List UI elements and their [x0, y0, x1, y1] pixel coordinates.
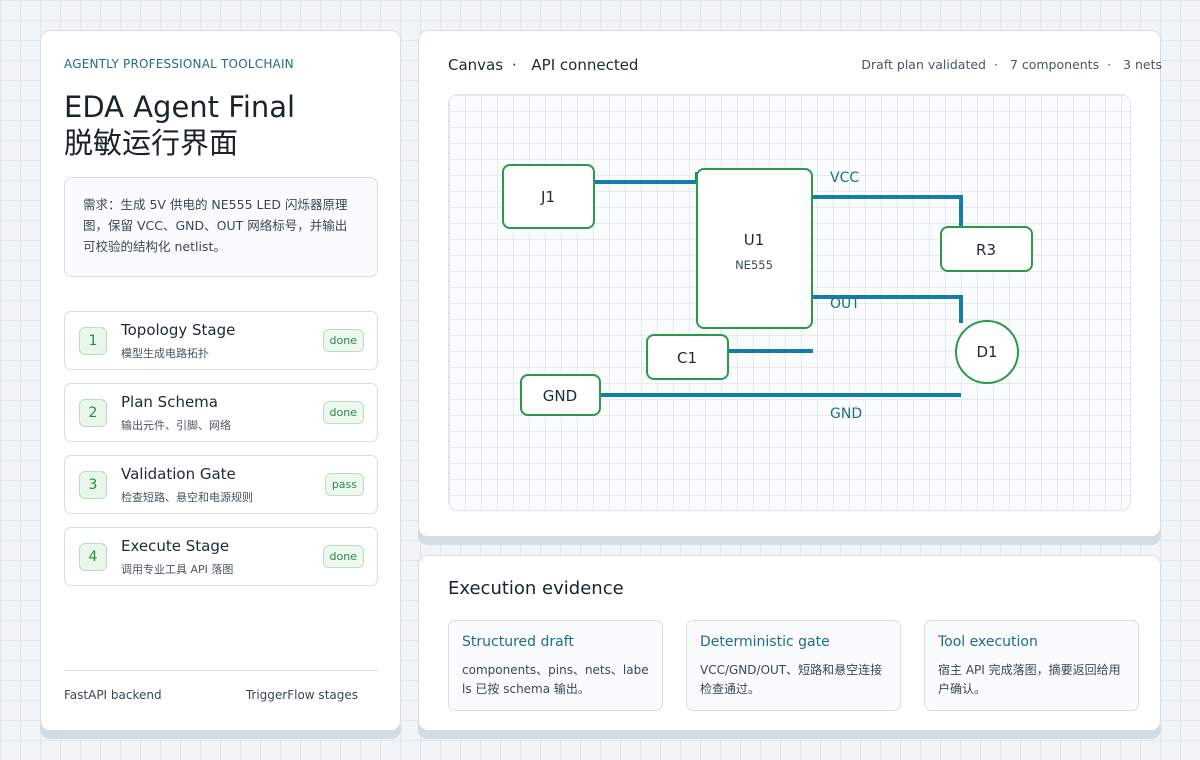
pipeline-panel: AGENTLY PROFESSIONAL TOOLCHAIN EDA Agent… — [40, 30, 401, 731]
stage-description: 检查短路、悬空和电源规则 — [121, 491, 253, 504]
component-j1[interactable]: J1 — [502, 164, 595, 229]
status-badge: done — [322, 545, 364, 568]
component-label-gnd: GND — [543, 387, 577, 405]
separator-dot: · — [993, 57, 998, 72]
component-r3[interactable]: R3 — [940, 226, 1033, 272]
component-label-c1: C1 — [677, 349, 697, 367]
canvas-panel: Canvas · API connected Draft plan valida… — [418, 30, 1162, 537]
status-badge: done — [322, 401, 364, 424]
evidence-card-body: components、pins、nets、labels 已按 schema 输出… — [462, 663, 649, 696]
stage-description: 模型生成电路拓扑 — [121, 347, 209, 360]
stage-validation-gate[interactable]: 3 Validation Gate 检查短路、悬空和电源规则 pass — [64, 455, 378, 514]
page-title-line2: 脱敏运行界面 — [64, 126, 239, 160]
stage-number: 3 — [79, 471, 107, 499]
schematic-drawing: J1 U1 NE555 R3 C1 D1 GND VCC OUT GND — [502, 164, 1033, 422]
footer-stages-label: TriggerFlow stages — [245, 688, 358, 702]
separator-dot: · — [1107, 57, 1112, 72]
request-box: 需求：生成 5V 供电的 NE555 LED 闪烁器原理图，保留 VCC、GND… — [64, 177, 378, 277]
stage-number: 4 — [79, 543, 107, 571]
status-badge: pass — [324, 473, 364, 496]
evidence-card-body: 宿主 API 完成落图，摘要返回给用户确认。 — [938, 663, 1121, 696]
net-label-out: OUT — [830, 296, 860, 312]
evidence-card-tool-execution: Tool execution 宿主 API 完成落图，摘要返回给用户确认。 — [924, 620, 1139, 711]
stage-name: Plan Schema — [121, 393, 218, 411]
stat-plan: Draft plan validated — [861, 57, 986, 72]
component-label-j1: J1 — [540, 188, 555, 206]
component-label-r3: R3 — [976, 241, 996, 259]
stage-name: Validation Gate — [121, 465, 236, 483]
component-part-u1: NE555 — [735, 258, 773, 272]
schematic-canvas[interactable]: J1 U1 NE555 R3 C1 D1 GND VCC OUT GND — [448, 94, 1131, 511]
stage-name: Topology Stage — [121, 321, 236, 339]
canvas-stats: Draft plan validated · 7 components · 3 … — [857, 57, 1162, 72]
net-label-vcc: VCC — [830, 170, 859, 186]
component-c1[interactable]: C1 — [646, 334, 729, 380]
footer-backend-label: FastAPI backend — [64, 688, 162, 702]
evidence-panel: Execution evidence Structured draft comp… — [418, 555, 1161, 731]
evidence-card-body: VCC/GND/OUT、短路和悬空连接检查通过。 — [700, 663, 883, 696]
evidence-card-title: Deterministic gate — [700, 634, 830, 650]
net-label-gnd: GND — [830, 406, 862, 422]
stage-description: 调用专业工具 API 落图 — [121, 563, 234, 576]
brand-label: AGENTLY PROFESSIONAL TOOLCHAIN — [64, 57, 294, 71]
component-label-u1: U1 — [744, 231, 765, 249]
evidence-card-title: Tool execution — [938, 634, 1038, 650]
component-label-d1: D1 — [976, 343, 997, 361]
stat-components: 7 components — [1009, 57, 1100, 72]
component-u1[interactable]: U1 NE555 — [696, 168, 813, 329]
evidence-card-title: Structured draft — [462, 634, 574, 650]
stat-nets: 3 nets — [1123, 57, 1162, 72]
wire-j1-u1 — [594, 172, 699, 184]
separator-dot: · — [511, 56, 517, 74]
stage-number: 1 — [79, 327, 107, 355]
canvas-header: Canvas · API connected — [448, 56, 642, 74]
api-status: API connected — [531, 56, 639, 74]
evidence-card-deterministic-gate: Deterministic gate VCC/GND/OUT、短路和悬空连接检查… — [686, 620, 901, 711]
page-title-line1: EDA Agent Final — [64, 90, 296, 124]
net-labels: VCC OUT GND — [830, 170, 862, 422]
evidence-card-structured-draft: Structured draft components、pins、nets、la… — [448, 620, 663, 711]
stage-execute[interactable]: 4 Execute Stage 调用专业工具 API 落图 done — [64, 527, 378, 586]
stage-description: 输出元件、引脚、网络 — [121, 419, 231, 432]
canvas-label: Canvas — [448, 56, 504, 74]
component-d1[interactable]: D1 — [955, 320, 1019, 384]
stage-number: 2 — [79, 399, 107, 427]
stage-topology[interactable]: 1 Topology Stage 模型生成电路拓扑 done — [64, 311, 378, 370]
wire-vcc-r3 — [812, 195, 963, 226]
evidence-title: Execution evidence — [448, 578, 624, 599]
footer-divider — [64, 670, 378, 671]
page-title: EDA Agent Final 脱敏运行界面 — [64, 89, 295, 161]
status-badge: done — [322, 329, 364, 352]
stage-name: Execute Stage — [121, 537, 230, 555]
stage-plan-schema[interactable]: 2 Plan Schema 输出元件、引脚、网络 done — [64, 383, 378, 442]
component-gnd[interactable]: GND — [520, 374, 601, 416]
